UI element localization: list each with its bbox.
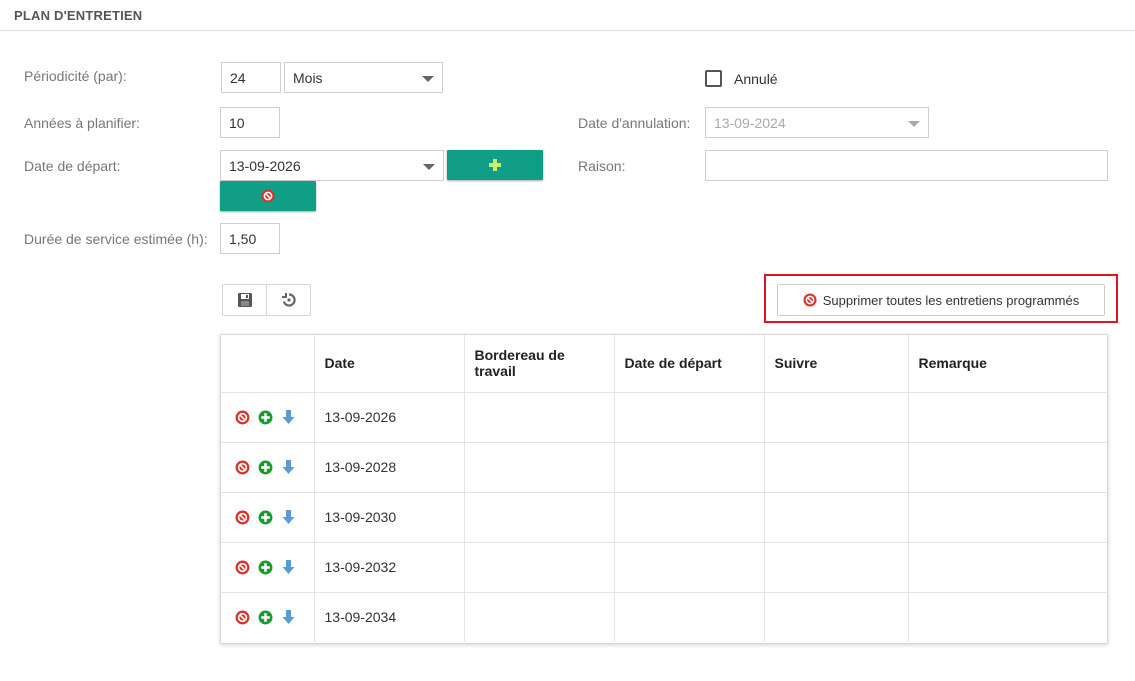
arrow-down-icon[interactable] [281,609,296,625]
periodicity-unit-select[interactable]: Mois [284,62,443,93]
cancel-date-value: 13-09-2024 [714,114,786,131]
row-remark-cell[interactable] [908,592,1107,642]
row-actions-cell [221,492,315,543]
delete-circle-icon[interactable] [235,410,250,425]
delete-all-button[interactable]: Supprimer toutes les entretiens programm… [777,284,1105,316]
delete-all-label: Supprimer toutes les entretiens programm… [822,292,1080,308]
row-work-order-cell[interactable] [464,492,615,543]
add-circle-icon[interactable] [258,510,273,525]
delete-circle-icon [261,189,275,203]
cancelled-checkbox[interactable] [705,70,722,87]
save-button[interactable] [222,284,267,316]
reset-button[interactable] [266,284,311,316]
row-work-order-cell[interactable] [464,592,615,642]
cancel-date-label: Date d'annulation: [578,115,691,131]
column-header-actions [221,335,315,393]
row-actions-cell [221,442,315,493]
chevron-down-icon [908,120,920,127]
column-header-follow[interactable]: Suivre [764,335,909,393]
duration-label: Durée de service estimée (h): [24,231,208,247]
reason-input[interactable] [705,150,1108,181]
column-header-remark[interactable]: Remarque [908,335,1107,393]
cancelled-label: Annulé [734,71,778,87]
row-follow-cell[interactable] [764,392,909,443]
column-header-date[interactable]: Date [314,335,465,393]
years-label: Années à planifier: [24,115,140,131]
row-follow-cell[interactable] [764,542,909,593]
row-remark-cell[interactable] [908,392,1107,443]
row-work-order-cell[interactable] [464,392,615,443]
row-work-order-cell[interactable] [464,542,615,593]
row-start-date-cell[interactable] [614,442,765,493]
reason-label: Raison: [578,158,626,174]
row-follow-cell[interactable] [764,592,909,642]
undo-icon [281,293,296,307]
cancel-date-select[interactable]: 13-09-2024 [705,107,929,138]
table-row: 13-09-2032 [221,542,1107,593]
floppy-disk-icon [237,293,252,307]
table-row: 13-09-2026 [221,392,1107,443]
row-date-cell: 13-09-2034 [314,592,465,642]
periodicity-unit-value: Mois [293,69,323,86]
duration-input[interactable]: 1,50 [220,223,280,254]
start-date-select[interactable]: 13-09-2026 [220,150,444,181]
arrow-down-icon[interactable] [281,509,296,525]
table-row: 13-09-2030 [221,492,1107,543]
row-follow-cell[interactable] [764,492,909,543]
row-date-cell: 13-09-2026 [314,392,465,443]
delete-circle-icon[interactable] [235,560,250,575]
chevron-down-icon [422,75,434,82]
start-date-value: 13-09-2026 [229,157,301,174]
row-work-order-cell[interactable] [464,442,615,493]
section-divider [0,30,1135,31]
add-circle-icon[interactable] [258,410,273,425]
row-remark-cell[interactable] [908,492,1107,543]
row-start-date-cell[interactable] [614,392,765,443]
row-date-cell: 13-09-2030 [314,492,465,543]
arrow-down-icon[interactable] [281,559,296,575]
row-actions-cell [221,392,315,443]
add-circle-icon[interactable] [258,560,273,575]
row-date-cell: 13-09-2032 [314,542,465,593]
delete-circle-icon[interactable] [235,510,250,525]
periodicity-input[interactable]: 24 [221,62,281,93]
row-date-cell: 13-09-2028 [314,442,465,493]
row-start-date-cell[interactable] [614,542,765,593]
remove-date-button[interactable] [220,181,316,211]
delete-circle-icon[interactable] [235,460,250,475]
row-follow-cell[interactable] [764,442,909,493]
arrow-down-icon[interactable] [281,409,296,425]
column-header-work-order[interactable]: Bordereau de travail [464,335,615,393]
chevron-down-icon [423,163,435,170]
row-start-date-cell[interactable] [614,492,765,543]
column-header-start-date[interactable]: Date de départ [614,335,765,393]
delete-circle-icon [803,293,817,307]
row-actions-cell [221,542,315,593]
section-title: PLAN D'ENTRETIEN [14,8,143,23]
periodicity-label: Périodicité (par): [24,68,127,84]
add-circle-icon[interactable] [258,460,273,475]
years-input[interactable]: 10 [220,107,280,138]
table-row: 13-09-2034 [221,592,1107,642]
maintenance-table: Date Bordereau de travail Date de départ… [220,334,1108,644]
add-circle-icon[interactable] [258,610,273,625]
plus-icon [489,159,501,171]
add-date-button[interactable] [447,150,543,180]
start-date-label: Date de départ: [24,158,121,174]
row-actions-cell [221,592,315,642]
row-remark-cell[interactable] [908,542,1107,593]
row-remark-cell[interactable] [908,442,1107,493]
table-header-row: Date Bordereau de travail Date de départ… [221,335,1107,393]
row-start-date-cell[interactable] [614,592,765,642]
arrow-down-icon[interactable] [281,459,296,475]
delete-circle-icon[interactable] [235,610,250,625]
table-row: 13-09-2028 [221,442,1107,493]
